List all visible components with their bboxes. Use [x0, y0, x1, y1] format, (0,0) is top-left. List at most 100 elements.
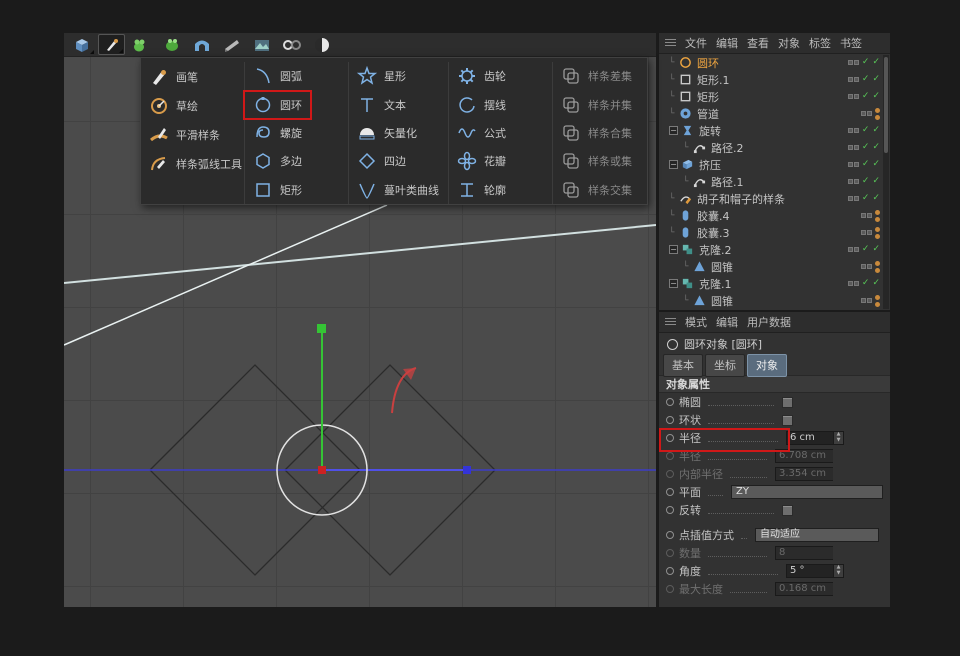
object-row-cloner-2[interactable]: − 克隆.2 ✓✓	[659, 241, 890, 258]
tab-basic[interactable]: 基本	[663, 354, 703, 377]
keyframe-circle-icon[interactable]	[666, 531, 674, 539]
object-manager-scrollbar[interactable]	[883, 55, 889, 309]
spline-pen-tool-button[interactable]	[98, 34, 125, 55]
enable-check-icon[interactable]: ✓	[862, 279, 870, 288]
spline-line-2[interactable]	[64, 205, 387, 345]
object-row-path-2[interactable]: └ 路径.2 ✓✓	[659, 139, 890, 156]
menu-item-cycloid[interactable]: 摆线	[449, 90, 552, 118]
menu-item-spline-union[interactable]: 样条并集	[553, 90, 647, 118]
layer-icon[interactable]	[848, 94, 859, 99]
z-axis-handle[interactable]	[463, 466, 471, 474]
object-row-beard-hat-spline[interactable]: └ 胡子和帽子的样条 ✓✓	[659, 190, 890, 207]
ring-checkbox[interactable]	[782, 415, 793, 426]
collapse-toggle[interactable]: −	[669, 160, 678, 169]
spline-line-1[interactable]	[64, 225, 656, 283]
stepper-control[interactable]: ▲▼	[833, 431, 844, 445]
visibility-dots-icon[interactable]	[875, 210, 880, 222]
enable-check-icon[interactable]: ✓	[872, 160, 880, 169]
loop-selection-tool-button[interactable]	[278, 34, 305, 55]
object-row-extrude[interactable]: − 挤压 ✓✓	[659, 156, 890, 173]
interpolation-dropdown[interactable]: 自动适应	[755, 528, 879, 542]
keyframe-circle-icon[interactable]	[666, 434, 674, 442]
ellipse-checkbox[interactable]	[782, 397, 793, 408]
layer-icon[interactable]	[848, 77, 859, 82]
enable-check-icon[interactable]: ✓	[872, 177, 880, 186]
menu-item-helix[interactable]: 螺旋	[245, 119, 348, 147]
plane-dropdown[interactable]: ZY	[731, 485, 883, 499]
object-row-tube[interactable]: └ 管道	[659, 105, 890, 122]
enable-check-icon[interactable]: ✓	[862, 143, 870, 152]
menu-item-nside[interactable]: 多边	[245, 147, 348, 175]
object-row-capsule-4[interactable]: └ 胶囊.4	[659, 207, 890, 224]
menu-item-cogwheel[interactable]: 齿轮	[449, 62, 552, 90]
menu-item-star[interactable]: 星形	[349, 62, 448, 90]
attr-menu-userdata[interactable]: 用户数据	[747, 314, 791, 330]
sculpt-tool-button[interactable]	[128, 34, 155, 55]
bridge-tool-button[interactable]	[188, 34, 215, 55]
enable-check-icon[interactable]: ✓	[872, 143, 880, 152]
angle-input[interactable]: 5 ° ▲▼	[786, 564, 844, 578]
enable-check-icon[interactable]: ✓	[872, 245, 880, 254]
layer-icon[interactable]	[861, 264, 872, 269]
panel-menu-icon[interactable]	[665, 39, 676, 48]
keyframe-circle-icon[interactable]	[666, 506, 674, 514]
layer-icon[interactable]	[848, 60, 859, 65]
scrollbar-thumb[interactable]	[884, 57, 888, 153]
om-menu-bookmark[interactable]: 书签	[840, 35, 862, 51]
panel-menu-icon[interactable]	[665, 318, 676, 327]
object-row-rectangle[interactable]: └ 矩形 ✓✓	[659, 88, 890, 105]
object-row-lathe[interactable]: − 旋转 ✓✓	[659, 122, 890, 139]
menu-item-spline-or[interactable]: 样条或集	[553, 147, 647, 175]
cube-primitive-tool-button[interactable]	[68, 34, 95, 55]
layer-icon[interactable]	[848, 145, 859, 150]
menu-item-spline-cross[interactable]: 样条交集	[553, 176, 647, 204]
knife-tool-button[interactable]	[218, 34, 245, 55]
menu-item-spline-arc-tool[interactable]: 样条弧线工具	[141, 149, 244, 178]
visibility-dots-icon[interactable]	[875, 108, 880, 120]
menu-item-cissoid[interactable]: 蔓叶类曲线	[349, 176, 448, 204]
enable-check-icon[interactable]: ✓	[872, 58, 880, 67]
enable-check-icon[interactable]: ✓	[862, 126, 870, 135]
menu-item-4side[interactable]: 四边	[349, 147, 448, 175]
object-row-cone[interactable]: └ 圆锥	[659, 258, 890, 275]
layer-icon[interactable]	[861, 213, 872, 218]
keyframe-circle-icon[interactable]	[666, 398, 674, 406]
menu-item-flower[interactable]: 花瓣	[449, 147, 552, 175]
keyframe-circle-icon[interactable]	[666, 488, 674, 496]
layer-icon[interactable]	[848, 179, 859, 184]
collapse-toggle[interactable]: −	[669, 245, 678, 254]
menu-item-profile[interactable]: 轮廓	[449, 176, 552, 204]
object-row-cone[interactable]: └ 圆锥	[659, 292, 890, 309]
menu-item-sketch[interactable]: 草绘	[141, 91, 244, 120]
y-axis-handle[interactable]	[317, 324, 326, 333]
enable-check-icon[interactable]: ✓	[862, 177, 870, 186]
om-menu-object[interactable]: 对象	[778, 35, 800, 51]
keyframe-circle-icon[interactable]	[666, 567, 674, 575]
menu-item-pen[interactable]: 画笔	[141, 62, 244, 91]
visibility-dots-icon[interactable]	[875, 295, 880, 307]
keyframe-circle-icon[interactable]	[666, 416, 674, 424]
menu-item-text[interactable]: 文本	[349, 90, 448, 118]
enable-check-icon[interactable]: ✓	[862, 75, 870, 84]
tab-coordinates[interactable]: 坐标	[705, 354, 745, 377]
sphere-tool-button[interactable]	[308, 34, 335, 55]
om-menu-view[interactable]: 查看	[747, 35, 769, 51]
layer-icon[interactable]	[848, 247, 859, 252]
attr-menu-mode[interactable]: 模式	[685, 314, 707, 330]
enable-check-icon[interactable]: ✓	[872, 92, 880, 101]
object-row-cloner-1[interactable]: − 克隆.1 ✓✓	[659, 275, 890, 292]
enable-check-icon[interactable]: ✓	[862, 160, 870, 169]
menu-item-spline-intersect[interactable]: 样条合集	[553, 119, 647, 147]
menu-item-vectorizer[interactable]: 矢量化	[349, 119, 448, 147]
enable-check-icon[interactable]: ✓	[872, 75, 880, 84]
collapse-toggle[interactable]: −	[669, 126, 678, 135]
reverse-checkbox[interactable]	[782, 505, 793, 516]
radius-input[interactable]: 6 cm ▲▼	[786, 431, 844, 445]
object-origin-handle[interactable]	[318, 466, 326, 474]
menu-item-rectangle[interactable]: 矩形	[245, 176, 348, 204]
menu-item-circle[interactable]: 圆环	[245, 90, 348, 118]
enable-check-icon[interactable]: ✓	[862, 194, 870, 203]
om-menu-edit[interactable]: 编辑	[716, 35, 738, 51]
enable-check-icon[interactable]: ✓	[872, 126, 880, 135]
layer-icon[interactable]	[861, 298, 872, 303]
